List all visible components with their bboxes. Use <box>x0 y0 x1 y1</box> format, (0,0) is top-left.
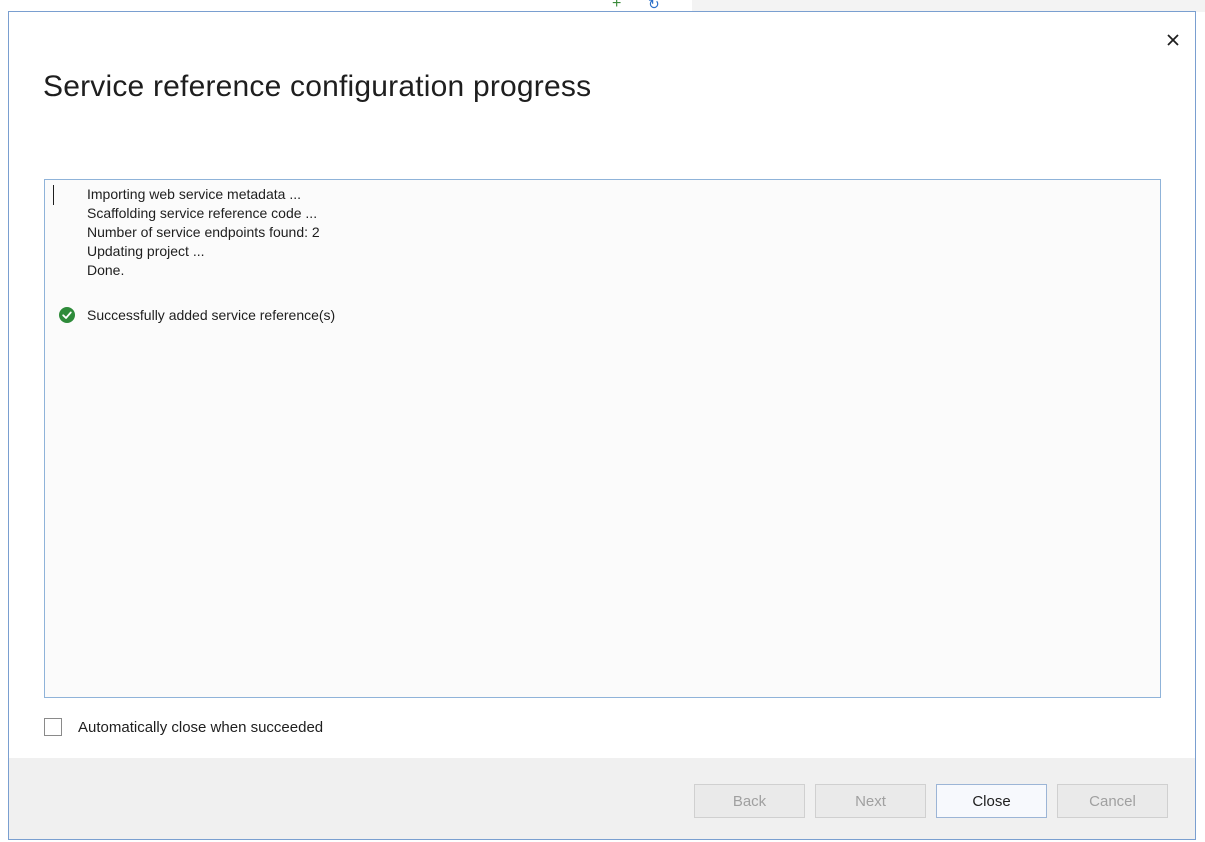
back-button[interactable]: Back <box>694 784 805 818</box>
button-bar: Back Next Close Cancel <box>9 758 1195 839</box>
close-icon[interactable] <box>1165 32 1181 48</box>
auto-close-checkbox[interactable] <box>44 718 62 736</box>
next-button[interactable]: Next <box>815 784 926 818</box>
configuration-progress-dialog: Service reference configuration progress… <box>8 11 1196 840</box>
text-caret <box>53 185 54 205</box>
log-line: Number of service endpoints found: 2 <box>87 224 320 240</box>
cancel-button[interactable]: Cancel <box>1057 784 1168 818</box>
progress-log[interactable]: Importing web service metadata ... Scaff… <box>44 179 1161 698</box>
refresh-icon: ↻ <box>648 0 660 10</box>
log-line: Updating project ... <box>87 243 205 259</box>
auto-close-label: Automatically close when succeeded <box>78 718 324 736</box>
dialog-title: Service reference configuration progress <box>43 70 592 103</box>
add-icon: + <box>612 0 622 10</box>
log-lines: Importing web service metadata ... Scaff… <box>87 185 320 280</box>
check-circle-icon <box>59 307 75 323</box>
log-line: Scaffolding service reference code ... <box>87 205 318 221</box>
close-button[interactable]: Close <box>936 784 1047 818</box>
auto-close-option[interactable]: Automatically close when succeeded <box>44 718 323 736</box>
log-line: Importing web service metadata ... <box>87 186 301 202</box>
log-line: Done. <box>87 262 125 278</box>
success-row: Successfully added service reference(s) <box>59 307 335 323</box>
success-message: Successfully added service reference(s) <box>87 307 336 323</box>
